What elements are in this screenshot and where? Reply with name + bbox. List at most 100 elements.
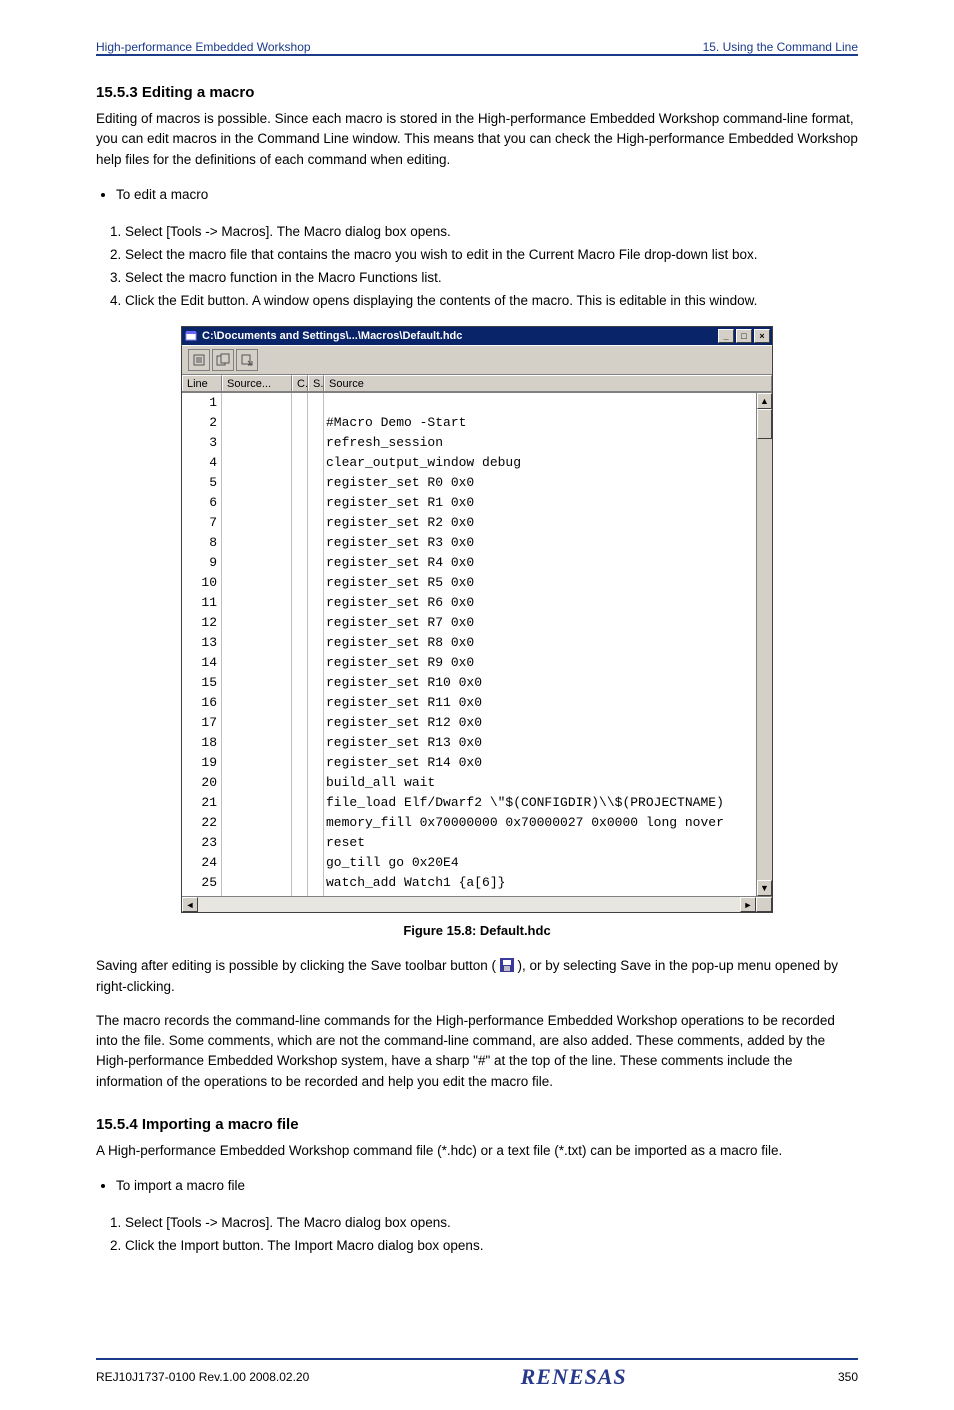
code-area[interactable]: 12#Macro Demo -Start3refresh_session4cle… (182, 392, 772, 912)
code-row[interactable]: 19register_set R14 0x0 (182, 753, 772, 773)
code-row[interactable]: 2#Macro Demo -Start (182, 413, 772, 433)
line-number: 7 (182, 513, 222, 533)
c-cell (292, 613, 308, 633)
source-cell: register_set R13 0x0 (324, 733, 772, 753)
col-source[interactable]: Source (324, 375, 772, 391)
code-row[interactable]: 6register_set R1 0x0 (182, 493, 772, 513)
code-row[interactable]: 21file_load Elf/Dwarf2 \"$(CONFIGDIR)\\$… (182, 793, 772, 813)
code-row[interactable]: 25watch_add Watch1 {a[6]} (182, 873, 772, 893)
line-number: 23 (182, 833, 222, 853)
code-row[interactable]: 4clear_output_window debug (182, 453, 772, 473)
code-row[interactable]: 7register_set R2 0x0 (182, 513, 772, 533)
s-cell (308, 593, 324, 613)
scroll-right-button[interactable]: ► (740, 897, 756, 912)
scroll-down-button[interactable]: ▼ (757, 880, 772, 896)
step-1: 1. Select [Tools -> Macros]. The Macro d… (110, 221, 858, 244)
col-c[interactable]: C.. (292, 375, 308, 391)
col-line[interactable]: Line (182, 375, 222, 391)
close-button[interactable]: × (754, 329, 770, 343)
line-number: 1 (182, 393, 222, 413)
line-number: 11 (182, 593, 222, 613)
c-cell (292, 873, 308, 893)
section-15-5-4-title: 15.5.4 Importing a macro file (96, 1116, 858, 1133)
footer-rule (96, 1358, 858, 1360)
code-row[interactable]: 13register_set R8 0x0 (182, 633, 772, 653)
code-row[interactable]: 23reset (182, 833, 772, 853)
s-cell (308, 773, 324, 793)
code-row[interactable]: 16register_set R11 0x0 (182, 693, 772, 713)
s-cell (308, 673, 324, 693)
section-15-5-3-title: 15.5.3 Editing a macro (96, 84, 858, 101)
line-number: 19 (182, 753, 222, 773)
code-row[interactable]: 22memory_fill 0x70000000 0x70000027 0x00… (182, 813, 772, 833)
source-cell: build_all wait (324, 773, 772, 793)
c-cell (292, 813, 308, 833)
c-cell (292, 753, 308, 773)
code-row[interactable]: 8register_set R3 0x0 (182, 533, 772, 553)
source-cell: watch_add Watch1 {a[6]} (324, 873, 772, 893)
scroll-thumb[interactable] (757, 409, 772, 439)
source-cell: register_set R0 0x0 (324, 473, 772, 493)
s-cell (308, 453, 324, 473)
source-cell: register_set R8 0x0 (324, 633, 772, 653)
postfig-p2: The macro records the command-line comma… (96, 1011, 858, 1092)
source-addr-cell (222, 873, 292, 893)
code-row[interactable]: 10register_set R5 0x0 (182, 573, 772, 593)
code-row[interactable]: 11register_set R6 0x0 (182, 593, 772, 613)
titlebar[interactable]: C:\Documents and Settings\...\Macros\Def… (182, 327, 772, 345)
source-addr-cell (222, 653, 292, 673)
c-cell (292, 533, 308, 553)
line-number: 12 (182, 613, 222, 633)
s-cell (308, 493, 324, 513)
c-cell (292, 853, 308, 873)
code-row[interactable]: 3refresh_session (182, 433, 772, 453)
line-number: 24 (182, 853, 222, 873)
code-row[interactable]: 24go_till go 0x20E4 (182, 853, 772, 873)
code-row[interactable]: 18register_set R13 0x0 (182, 733, 772, 753)
s-cell (308, 513, 324, 533)
s-cell (308, 873, 324, 893)
c-cell (292, 633, 308, 653)
horizontal-scrollbar[interactable]: ◄ ► (182, 896, 772, 912)
source-addr-cell (222, 413, 292, 433)
source-cell: register_set R11 0x0 (324, 693, 772, 713)
hscroll-track[interactable] (198, 897, 740, 912)
c-cell (292, 653, 308, 673)
c-cell (292, 413, 308, 433)
maximize-button[interactable]: □ (736, 329, 752, 343)
source-addr-cell (222, 473, 292, 493)
source-addr-cell (222, 513, 292, 533)
toolbar-btn-1[interactable] (188, 349, 210, 371)
window-title: C:\Documents and Settings\...\Macros\Def… (202, 330, 718, 342)
toolbar-btn-3[interactable] (236, 349, 258, 371)
resize-grip[interactable] (756, 897, 772, 912)
line-number: 20 (182, 773, 222, 793)
c-cell (292, 433, 308, 453)
toolbar-btn-2[interactable] (212, 349, 234, 371)
doc-title: High-performance Embedded Workshop (96, 40, 311, 54)
code-row[interactable]: 5register_set R0 0x0 (182, 473, 772, 493)
code-row[interactable]: 9register_set R4 0x0 (182, 553, 772, 573)
code-row[interactable]: 1 (182, 393, 772, 413)
code-row[interactable]: 14register_set R9 0x0 (182, 653, 772, 673)
c-cell (292, 793, 308, 813)
col-source-addr[interactable]: Source... (222, 375, 292, 391)
c-cell (292, 513, 308, 533)
vertical-scrollbar[interactable]: ▲ ▼ (756, 393, 772, 896)
scroll-up-button[interactable]: ▲ (757, 393, 772, 409)
code-row[interactable]: 15register_set R10 0x0 (182, 673, 772, 693)
s-cell (308, 853, 324, 873)
c-cell (292, 593, 308, 613)
code-row[interactable]: 12register_set R7 0x0 (182, 613, 772, 633)
window-icon (184, 329, 198, 343)
line-number: 9 (182, 553, 222, 573)
c-cell (292, 673, 308, 693)
code-row[interactable]: 17register_set R12 0x0 (182, 713, 772, 733)
s-cell (308, 793, 324, 813)
step-2: 2. Select the macro file that contains t… (110, 244, 858, 267)
scroll-left-button[interactable]: ◄ (182, 897, 198, 912)
source-addr-cell (222, 433, 292, 453)
code-row[interactable]: 20 build_all wait (182, 773, 772, 793)
minimize-button[interactable]: _ (718, 329, 734, 343)
col-s[interactable]: S.. (308, 375, 324, 391)
